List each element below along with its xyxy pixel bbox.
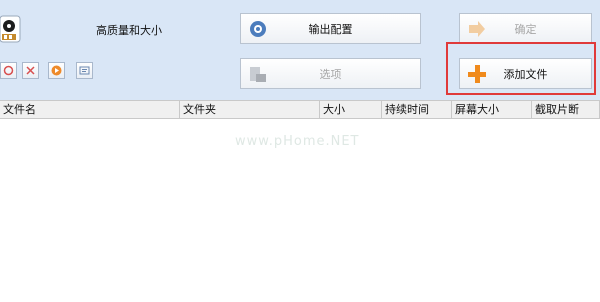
highlight-box: [446, 42, 596, 95]
preset-label: 高质量和大小: [96, 24, 162, 37]
remove-icon: [26, 66, 35, 75]
confirm-button[interactable]: 确定: [459, 13, 592, 44]
table-header: 文件名 文件夹 大小 持续时间 屏幕大小 截取片断: [0, 100, 600, 119]
play-tool-button[interactable]: [48, 62, 65, 79]
watermark: www.pHome.NET: [235, 134, 360, 149]
column-size[interactable]: 大小: [320, 101, 382, 118]
info-tool-button[interactable]: [76, 62, 93, 79]
top-panel: 高质量和大小 输出配置 确定 选项 添加文件: [0, 0, 600, 100]
gear-icon: [250, 21, 266, 37]
delete-icon: [3, 65, 14, 76]
options-icon: [250, 67, 266, 82]
column-folder[interactable]: 文件夹: [180, 101, 320, 118]
app-logo-icon: [0, 14, 22, 48]
column-filename[interactable]: 文件名: [0, 101, 180, 118]
output-config-label: 输出配置: [308, 22, 353, 36]
info-icon: [79, 66, 90, 75]
options-button[interactable]: 选项: [240, 58, 421, 89]
column-screen-size[interactable]: 屏幕大小: [452, 101, 532, 118]
options-label: 选项: [319, 67, 342, 81]
play-icon: [51, 65, 62, 76]
delete-tool-button[interactable]: [0, 62, 17, 79]
remove-tool-button[interactable]: [22, 62, 39, 79]
output-config-button[interactable]: 输出配置: [240, 13, 421, 44]
column-clip[interactable]: 截取片断: [532, 101, 600, 118]
arrow-right-icon: [469, 21, 485, 37]
confirm-label: 确定: [514, 22, 537, 36]
column-duration[interactable]: 持续时间: [382, 101, 452, 118]
